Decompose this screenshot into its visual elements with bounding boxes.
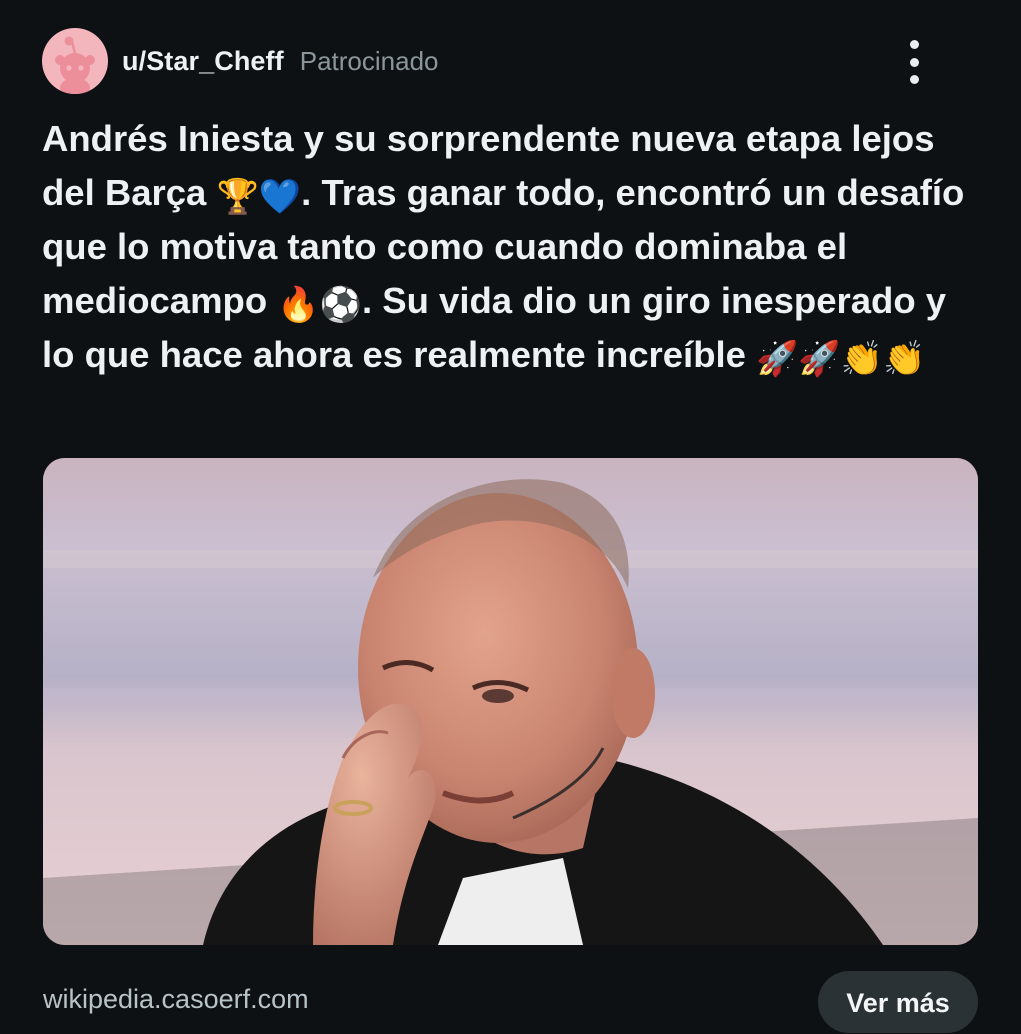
post-header: u/Star_Cheff Patrocinado	[42, 28, 981, 94]
blue-heart-emoji: 💙	[258, 178, 302, 216]
clapping-hands-emoji: 👏	[883, 340, 926, 378]
menu-dot	[909, 75, 919, 84]
post-image[interactable]	[43, 458, 978, 945]
fire-emoji: 🔥	[277, 286, 320, 324]
soccer-ball-emoji: ⚽	[319, 286, 362, 324]
rocket-emoji: 🚀	[756, 340, 799, 378]
trophy-emoji: 🏆	[216, 178, 259, 216]
menu-dot	[909, 57, 919, 67]
more-vertical-icon[interactable]	[899, 40, 929, 84]
sponsored-label: Patrocinado	[299, 45, 439, 76]
post-author[interactable]: u/Star_Cheff	[122, 46, 284, 77]
menu-dot	[909, 40, 919, 49]
clapping-hands-emoji: 👏	[840, 340, 884, 378]
rocket-emoji: 🚀	[798, 340, 841, 378]
snoo-avatar-icon[interactable]	[42, 28, 108, 94]
post-photo-illustration	[43, 458, 978, 945]
link-domain[interactable]: wikipedia.casoerf.com	[43, 984, 309, 1015]
sponsored-post: u/Star_Cheff Patrocinado Andrés Iniesta …	[0, 0, 1021, 1033]
post-title[interactable]: Andrés Iniesta y su sorprendente nueva e…	[42, 112, 987, 382]
